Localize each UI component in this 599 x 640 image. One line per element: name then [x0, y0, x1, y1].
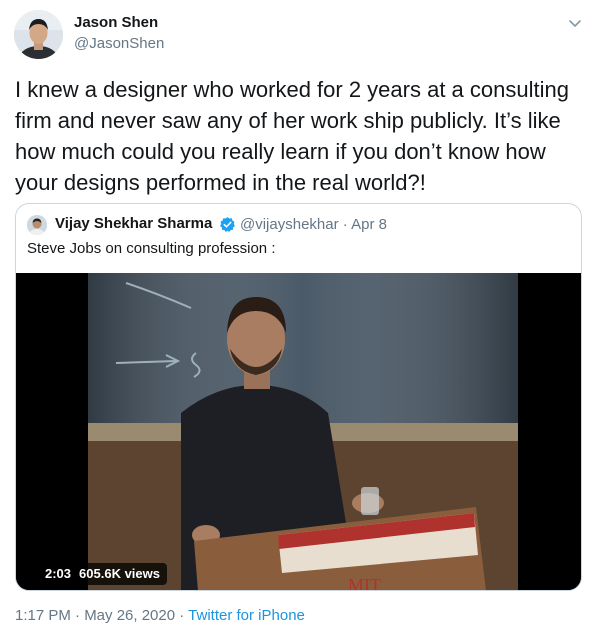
avatar-image: [14, 10, 63, 59]
video-frame: MIT: [16, 273, 581, 591]
tweet-meta: 1:17 PM · May 26, 2020 · Twitter for iPh…: [15, 607, 305, 624]
verified-badge-icon: [219, 216, 236, 233]
quoted-author-name[interactable]: Vijay Shekhar Sharma: [55, 215, 212, 232]
author-handle[interactable]: @JasonShen: [74, 35, 164, 52]
quoted-tweet-text: Steve Jobs on consulting profession :: [27, 240, 276, 257]
quoted-handle-date[interactable]: @vijayshekhar · Apr 8: [240, 216, 387, 233]
video-stats-badge: 2:03 605.6K views: [38, 563, 167, 585]
author-name[interactable]: Jason Shen: [74, 14, 158, 31]
author-avatar[interactable]: [14, 10, 63, 59]
video-duration: 2:03: [45, 566, 72, 581]
video-banner-text: MIT: [348, 575, 381, 591]
tweet-text: I knew a designer who worked for 2 years…: [15, 77, 569, 195]
quoted-author-avatar: [27, 215, 47, 235]
video-player[interactable]: MIT 2:03 605.6K views: [16, 273, 581, 591]
video-views: 605.6K views: [79, 566, 160, 581]
chevron-down-icon[interactable]: [566, 14, 584, 32]
quoted-tweet[interactable]: Vijay Shekhar Sharma @vijayshekhar · Apr…: [15, 203, 582, 591]
tweet-source-link[interactable]: Twitter for iPhone: [188, 607, 305, 624]
tweet-timestamp[interactable]: 1:17 PM · May 26, 2020 ·: [15, 607, 188, 624]
